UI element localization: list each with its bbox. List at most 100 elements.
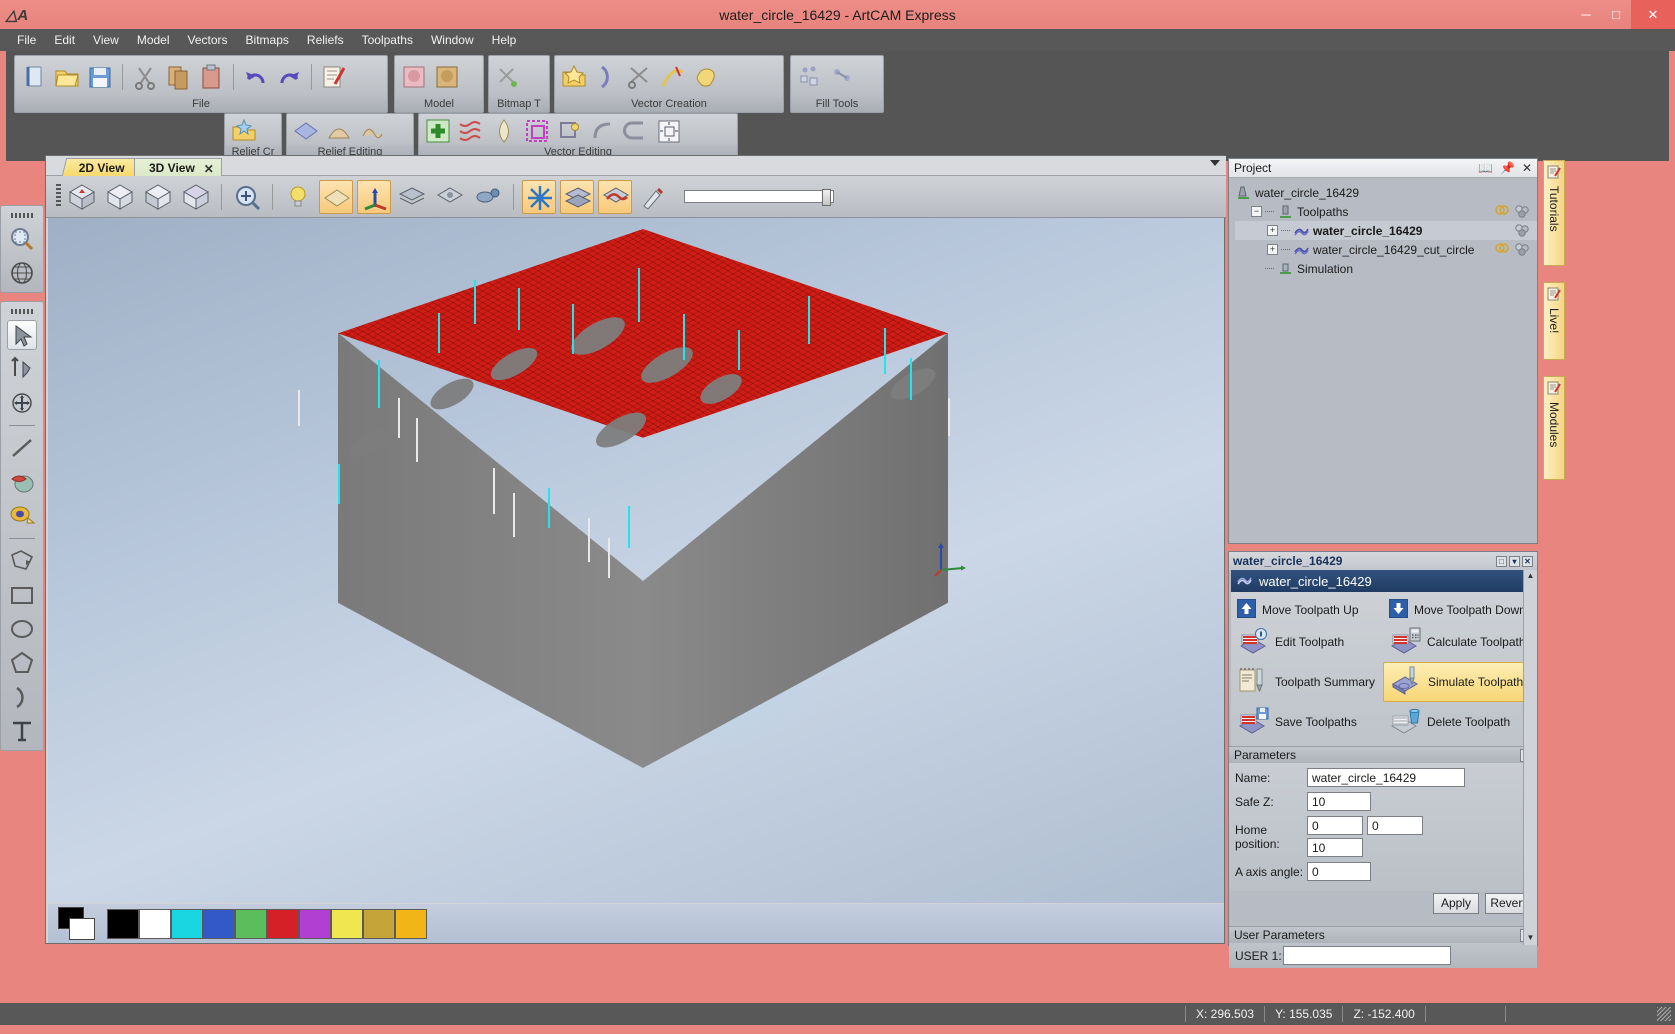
layer-view-icon[interactable] [395,180,429,214]
tab-2d-view[interactable]: 2D View [61,158,143,176]
save-toolpaths-button[interactable]: Save Toolpaths [1231,702,1383,742]
text-tool-icon[interactable] [7,716,37,746]
tree-item-simulation[interactable]: Simulation [1235,259,1537,278]
tab-3d-view[interactable]: 3D View ✕ [134,158,222,176]
toolbar-grip[interactable] [11,309,33,314]
redo-icon[interactable] [274,62,304,92]
fillet-icon[interactable] [588,116,618,146]
composite-relief-icon[interactable] [560,179,594,214]
zoom-slider[interactable] [684,189,834,206]
menu-edit[interactable]: Edit [45,30,84,50]
close-icon[interactable]: ✕ [1522,161,1532,175]
select-arrow-icon[interactable] [7,320,37,350]
toolpath-preview-icon[interactable] [471,180,505,214]
zoom-area-icon[interactable] [7,224,37,254]
plan-view-icon[interactable] [103,180,137,214]
toolpath-shade-icon[interactable] [598,179,632,214]
scroll-down-arrow-icon[interactable]: ▼ [1524,932,1537,945]
expand-expander[interactable]: + [1267,225,1278,236]
palette-swatch-blue[interactable] [203,908,235,939]
ellipse-tool-icon[interactable] [7,614,37,644]
iso-view-icon[interactable] [65,180,99,214]
palette-swatch-white[interactable] [139,908,171,939]
panel-scrollbar[interactable]: ▲ ▼ [1523,570,1537,945]
shade-relief-icon[interactable] [319,179,353,214]
paint-icon[interactable] [636,180,670,214]
home-z-input[interactable]: 10 [1307,838,1363,857]
menu-help[interactable]: Help [483,30,526,50]
undo-icon[interactable] [241,62,271,92]
model-brown-icon[interactable] [432,62,462,92]
triple-view-icon[interactable] [357,179,391,214]
palette-swatch-red[interactable] [267,908,299,939]
restore-button[interactable]: □ [1496,555,1507,567]
side-tab-modules[interactable]: Modules [1543,376,1565,480]
polyline-tool-icon[interactable] [7,546,37,576]
paste-icon[interactable] [196,62,226,92]
relief-shape-icon[interactable] [324,116,354,146]
paint-bucket-icon[interactable] [7,467,37,497]
relief-library-icon[interactable] [229,116,259,146]
fill-pattern-icon[interactable] [795,62,825,92]
lightbulb-icon[interactable] [1494,204,1510,222]
user1-input[interactable] [1283,946,1451,965]
toolbar-grip[interactable] [11,213,33,218]
simulation-icon[interactable] [522,179,556,214]
3d-view-canvas[interactable] [48,218,1224,903]
globe-view-icon[interactable] [7,258,37,288]
minimize-button[interactable]: ─ [1571,0,1601,29]
join-vectors-icon[interactable] [621,116,651,146]
tree-item-model[interactable]: water_circle_16429 [1235,183,1537,202]
menu-file[interactable]: File [8,30,45,50]
rectangle-tool-icon[interactable] [7,580,37,610]
trim-vectors-icon[interactable] [625,62,655,92]
move-toolpath-up-button[interactable]: Move Toolpath Up [1231,598,1383,622]
copy-icon[interactable] [163,62,193,92]
menu-bitmaps[interactable]: Bitmaps [237,30,298,50]
light-icon[interactable] [281,180,315,214]
transform-vector-icon[interactable] [522,116,552,146]
measure-tape-icon[interactable] [7,501,37,531]
close-button[interactable]: ✕ [1522,555,1533,567]
chevron-down-icon[interactable] [1210,160,1220,166]
notes-icon[interactable] [319,62,349,92]
side-tab-tutorials[interactable]: Tutorials [1543,160,1565,266]
save-model-icon[interactable] [85,62,115,92]
relief-sculpt-icon[interactable] [357,116,387,146]
primary-secondary-color-swatch[interactable] [58,906,100,941]
close-button[interactable]: ✕ [1631,0,1675,29]
bitmap-to-vector-icon[interactable] [493,62,523,92]
toolpath-summary-button[interactable]: Toolpath Summary [1231,662,1383,702]
book-icon[interactable]: 📖 [1478,161,1493,175]
move-toolpath-down-button[interactable]: Move Toolpath Down [1383,598,1535,622]
simulate-toolpath-button[interactable]: Simulate Toolpath [1383,662,1535,702]
delete-toolpath-button[interactable]: Delete Toolpath [1383,702,1535,742]
tool-icon[interactable] [1513,242,1531,260]
node-edit-icon[interactable] [456,116,486,146]
side-tab-live[interactable]: Live! [1543,282,1565,360]
menu-reliefs[interactable]: Reliefs [298,30,353,50]
secondary-color-swatch[interactable] [69,917,95,940]
tool-icon[interactable] [1513,223,1531,241]
pin-icon[interactable]: 📌 [1500,161,1515,175]
menu-model[interactable]: Model [128,30,179,50]
palette-swatch-cyan[interactable] [171,908,203,939]
new-model-icon[interactable] [19,62,49,92]
relief-plane-icon[interactable] [291,116,321,146]
palette-swatch-black[interactable] [107,908,139,939]
minimize-button[interactable]: ▾ [1509,555,1520,567]
toolbar-grip[interactable] [56,183,61,208]
palette-swatch-green[interactable] [235,908,267,939]
tree-item-toolpath-water-circle[interactable]: + water_circle_16429 [1235,221,1537,240]
vector-library-icon[interactable] [559,62,589,92]
calculate-toolpath-button[interactable]: Calculate Toolpath [1383,622,1535,662]
vector-blend-icon[interactable] [691,62,721,92]
apply-button[interactable]: Apply [1433,893,1479,914]
front-view-icon[interactable] [141,180,175,214]
home-y-input[interactable]: 0 [1367,816,1423,835]
polygon-tool-icon[interactable] [7,648,37,678]
arc-tool-icon[interactable] [7,682,37,712]
transform-move-icon[interactable] [7,388,37,418]
menu-toolpaths[interactable]: Toolpaths [353,30,422,50]
line-tool-icon[interactable] [7,433,37,463]
